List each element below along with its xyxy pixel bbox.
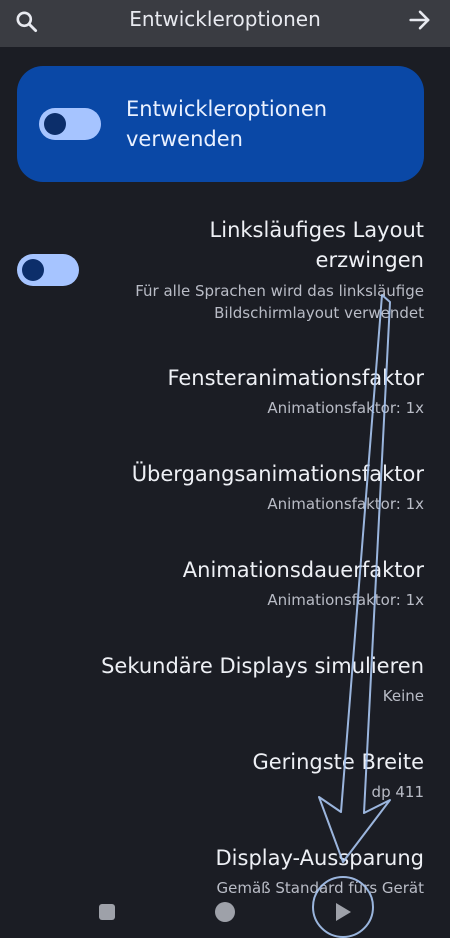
top-app-bar: Entwickleroptionen [0, 0, 450, 47]
toggle-thumb [22, 259, 44, 281]
setting-subtitle: Animationsfaktor: 1x [267, 495, 424, 513]
setting-subtitle: Für alle Sprachen wird das linksläufige … [135, 282, 424, 322]
setting-title: Fensteranimationsfaktor [167, 366, 424, 390]
setting-title: Übergangsanimationsfaktor [131, 462, 424, 486]
toggle-thumb [44, 113, 66, 135]
developer-options-master-toggle[interactable]: Entwickleroptionen verwenden [17, 66, 424, 182]
circle-icon[interactable] [215, 902, 235, 922]
setting-transition-animation-scale[interactable]: Übergangsanimationsfaktor Animationsfakt… [0, 459, 450, 519]
setting-window-animation-scale[interactable]: Fensteranimationsfaktor Animationsfaktor… [0, 363, 450, 423]
setting-subtitle: Animationsfaktor: 1x [267, 591, 424, 609]
setting-force-rtl[interactable]: Linksläufiges Layout erzwingen Für alle … [0, 215, 450, 335]
master-toggle-label: Entwickleroptionen verwenden [126, 97, 328, 151]
setting-title: Sekundäre Displays simulieren [101, 654, 424, 678]
setting-title: Animationsdauerfaktor [182, 558, 424, 582]
setting-smallest-width[interactable]: Geringste Breite dp 411 [0, 747, 450, 807]
setting-subtitle: dp 411 [371, 783, 424, 801]
master-toggle-switch[interactable] [39, 108, 101, 140]
setting-title: Geringste Breite [252, 750, 424, 774]
page-title: Entwickleroptionen [129, 7, 321, 31]
force-rtl-toggle-switch[interactable] [17, 254, 79, 286]
setting-title: Display-Aussparung [215, 846, 425, 870]
setting-subtitle: Animationsfaktor: 1x [267, 399, 424, 417]
system-navigation-bar [0, 880, 450, 938]
arrow-right-icon[interactable] [406, 6, 434, 34]
setting-subtitle: Keine [382, 687, 424, 705]
play-icon[interactable] [334, 902, 352, 922]
setting-title: Linksläufiges Layout erzwingen [209, 218, 424, 272]
setting-simulate-secondary-displays[interactable]: Sekundäre Displays simulieren Keine [0, 651, 450, 711]
square-icon[interactable] [99, 904, 115, 920]
setting-animator-duration-scale[interactable]: Animationsdauerfaktor Animationsfaktor: … [0, 555, 450, 615]
